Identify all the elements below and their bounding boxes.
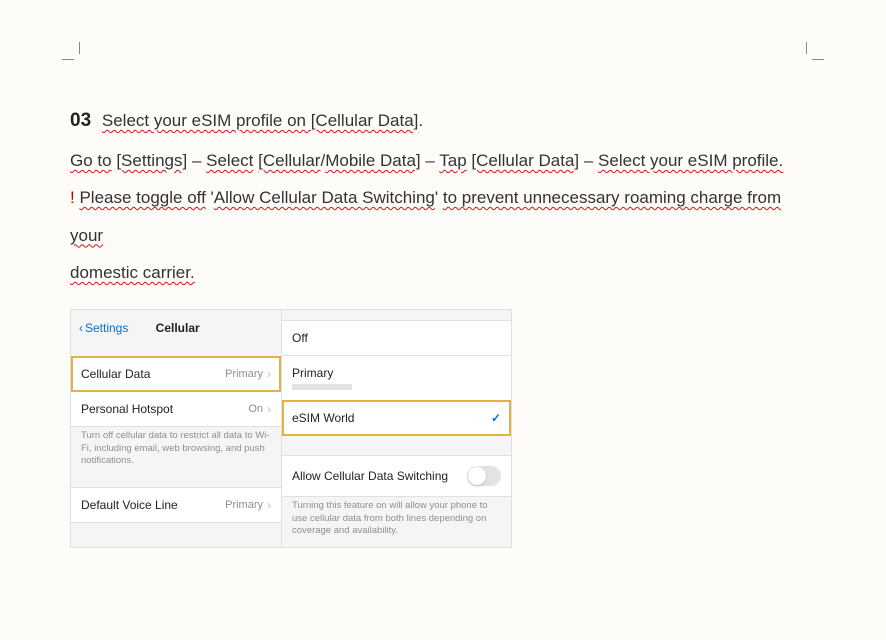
step-path: Go to [Settings] – Select [Cellular/Mobi… (70, 142, 816, 179)
chevron-right-icon: › (267, 367, 271, 381)
chevron-right-icon: › (267, 498, 271, 512)
row-esim-world[interactable]: eSIM World ✓ (282, 400, 511, 436)
row-allow-switching[interactable]: Allow Cellular Data Switching (282, 455, 511, 497)
row-primary[interactable]: Primary (282, 355, 511, 401)
step-title: 03 Select your eSIM profile on [Cellular… (70, 100, 816, 142)
chevron-right-icon: › (267, 402, 271, 416)
checkmark-icon: ✓ (491, 411, 501, 425)
toggle-switch[interactable] (467, 466, 501, 486)
screenshot-container: ‹ Settings Cellular Cellular Data Primar… (70, 309, 512, 548)
row-personal-hotspot[interactable]: Personal Hotspot On › (71, 391, 281, 427)
nav-bar: ‹ Settings Cellular (71, 310, 281, 346)
crop-mark-top-left (62, 42, 80, 60)
footer-note-restrict: Turn off cellular data to restrict all d… (71, 426, 281, 477)
row-cellular-data[interactable]: Cellular Data Primary › (71, 356, 281, 392)
footer-note-switching: Turning this feature on will allow your … (282, 496, 511, 547)
step-number: 03 (70, 110, 91, 131)
warning-mark: ! (70, 188, 75, 207)
crop-mark-top-right (806, 42, 824, 60)
row-default-voice-line[interactable]: Default Voice Line Primary › (71, 487, 281, 523)
row-off[interactable]: Off (282, 320, 511, 356)
screenshot-data-line-select: Off Primary eSIM World ✓ Allow Cellular … (282, 310, 511, 547)
step-warning-cont: domestic carrier. (70, 254, 816, 291)
step-title-text: Select your eSIM profile on [Cellular Da… (102, 111, 419, 130)
nav-title: Cellular (82, 321, 273, 335)
document-body: 03 Select your eSIM profile on [Cellular… (70, 100, 816, 548)
screenshot-cellular-settings: ‹ Settings Cellular Cellular Data Primar… (71, 310, 282, 547)
signal-bar-icon (292, 384, 352, 390)
step-warning: ! Please toggle off 'Allow Cellular Data… (70, 179, 816, 254)
